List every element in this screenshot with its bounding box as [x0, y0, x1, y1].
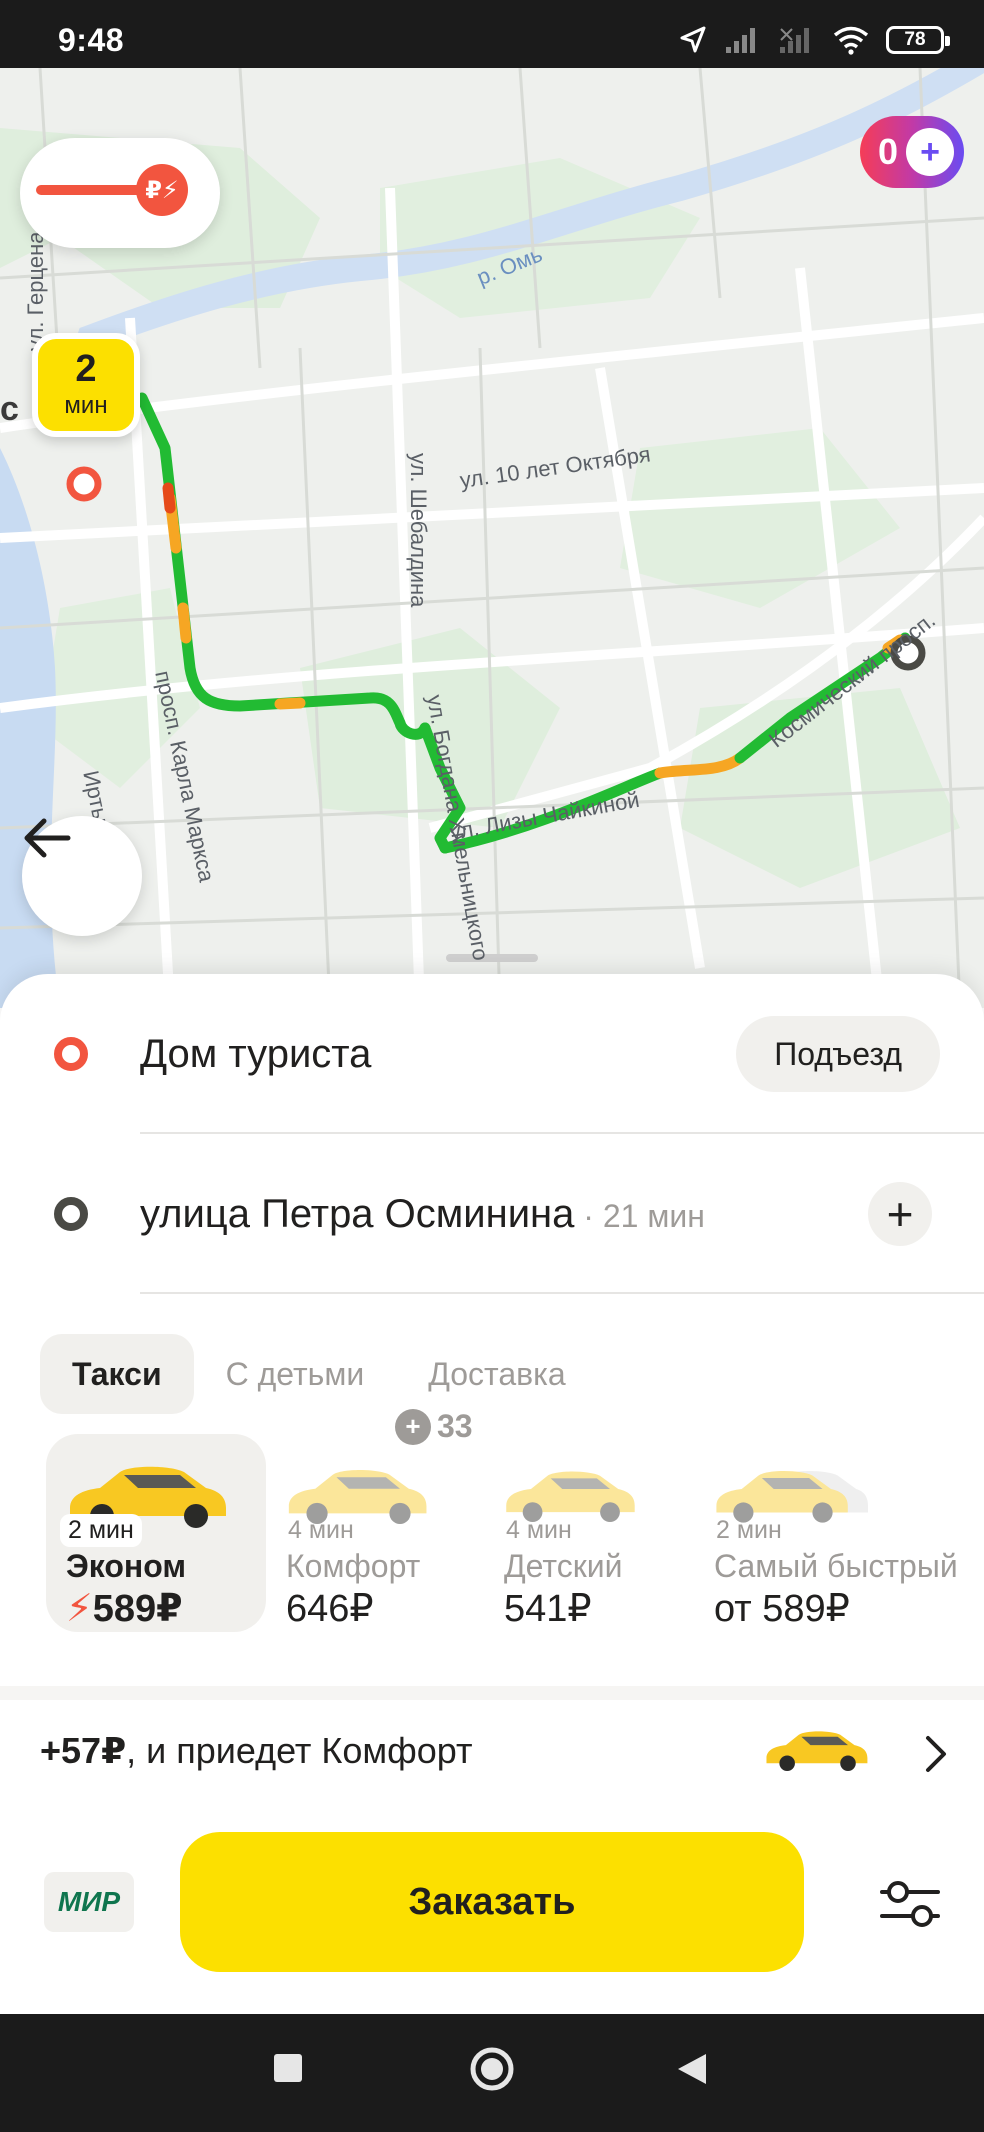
pickup-point-icon	[54, 1037, 88, 1071]
status-icons: 78	[678, 24, 950, 56]
tariff-price: 646₽	[286, 1588, 374, 1630]
ride-options-button[interactable]	[876, 1870, 944, 1938]
tab-taxi[interactable]: Такси	[40, 1334, 194, 1414]
upsell-text: +57₽, и приедет Комфорт	[40, 1730, 473, 1772]
route-duration: · 21 мин	[574, 1198, 705, 1234]
signal-icon	[726, 28, 755, 53]
map-label-city-fragment: с	[0, 390, 19, 428]
tariff-price: 541₽	[504, 1588, 592, 1630]
map[interactable]: р. Омь ул. Герцена ул. 10 лет Октября ул…	[0, 68, 984, 1008]
route-divider-2	[140, 1292, 984, 1294]
tariff-comfort[interactable]: 4 мин Комфорт 646₽	[266, 1434, 476, 1632]
tariff-name: Детский	[504, 1548, 623, 1584]
system-nav-bar	[0, 2014, 984, 2132]
recents-button[interactable]	[272, 2052, 304, 2084]
location-icon	[680, 26, 706, 53]
tab-with-kids[interactable]: С детьми	[194, 1334, 397, 1414]
tariff-price-row: ⚡589₽	[66, 1586, 183, 1631]
map-label-gertsena: ул. Герцена	[23, 231, 48, 351]
add-stop-button[interactable]: +	[868, 1182, 932, 1246]
upsell-amount: +57₽	[40, 1730, 127, 1771]
tariff-list: 2 мин Эконом ⚡589₽ 4 мин Комфорт 646₽ 4 …	[0, 1434, 984, 1634]
sliders-icon	[880, 1881, 940, 1927]
surge-chip[interactable]: ₽⚡	[20, 138, 220, 248]
home-button[interactable]	[469, 2046, 515, 2092]
surge-icon: ₽⚡	[136, 164, 188, 216]
surge-bolt-icon: ⚡	[66, 1588, 93, 1630]
tariff-eta: 4 мин	[506, 1516, 572, 1544]
map-label-shebaldina: ул. Шебалдина	[406, 453, 431, 608]
plus-icon: +	[906, 128, 955, 176]
car-icon	[766, 1731, 868, 1771]
wifi-icon	[833, 26, 869, 55]
plus-balance: 0	[878, 131, 899, 172]
tariff-name: Эконом	[66, 1548, 187, 1584]
back-button[interactable]	[22, 816, 142, 936]
payment-method-button[interactable]: МИР	[44, 1872, 134, 1932]
plus-balance-badge[interactable]: 0 +	[860, 116, 964, 188]
tariff-eta: 4 мин	[288, 1516, 354, 1544]
tariff-name: Самый быстрый	[714, 1548, 958, 1584]
route-to-text: улица Петра Осминина · 21 мин	[140, 1192, 705, 1237]
order-button[interactable]: Заказать	[180, 1832, 804, 1972]
route-from-row[interactable]: Дом туриста Подъезд	[0, 974, 984, 1134]
back-nav-button[interactable]	[676, 2052, 708, 2086]
upsell-label: , и приедет Комфорт	[126, 1730, 473, 1771]
bottom-action-bar: МИР Заказать	[0, 1820, 984, 2014]
destination-point-icon	[54, 1197, 88, 1231]
tariff-price: 589₽	[92, 1588, 183, 1630]
route-from-label: Дом туриста	[140, 1032, 372, 1076]
battery-indicator: 78	[886, 26, 950, 54]
chevron-right-icon	[926, 1736, 946, 1772]
signal-2-icon	[780, 28, 809, 53]
entrance-button[interactable]: Подъезд	[736, 1016, 940, 1092]
pickup-eta-unit: мин	[64, 392, 108, 419]
pickup-eta-badge: 2 мин	[32, 333, 140, 437]
tariff-fastest[interactable]: 2 мин Самый быстрый от 589₽	[694, 1434, 984, 1632]
arrow-left-icon	[24, 818, 71, 858]
tariff-eta: 2 мин	[716, 1516, 782, 1544]
service-tabs: Такси С детьми Доставка	[40, 1334, 598, 1414]
route-to-label: улица Петра Осминина	[140, 1192, 575, 1236]
route-to-row[interactable]: улица Петра Осминина · 21 мин +	[0, 1134, 984, 1294]
status-bar: 9:48 78	[0, 0, 984, 68]
tariff-name: Комфорт	[286, 1548, 421, 1584]
tariff-econom[interactable]: 2 мин Эконом ⚡589₽	[46, 1434, 266, 1632]
tariff-kids[interactable]: 4 мин Детский 541₽	[484, 1434, 694, 1632]
tariff-eta: 2 мин	[60, 1514, 142, 1547]
status-time: 9:48	[58, 22, 125, 58]
tab-delivery[interactable]: Доставка	[396, 1334, 597, 1414]
pickup-eta-value: 2	[75, 348, 97, 390]
upsell-banner[interactable]: +57₽, и приедет Комфорт	[0, 1686, 984, 1806]
tariff-price: от 589₽	[714, 1588, 850, 1630]
